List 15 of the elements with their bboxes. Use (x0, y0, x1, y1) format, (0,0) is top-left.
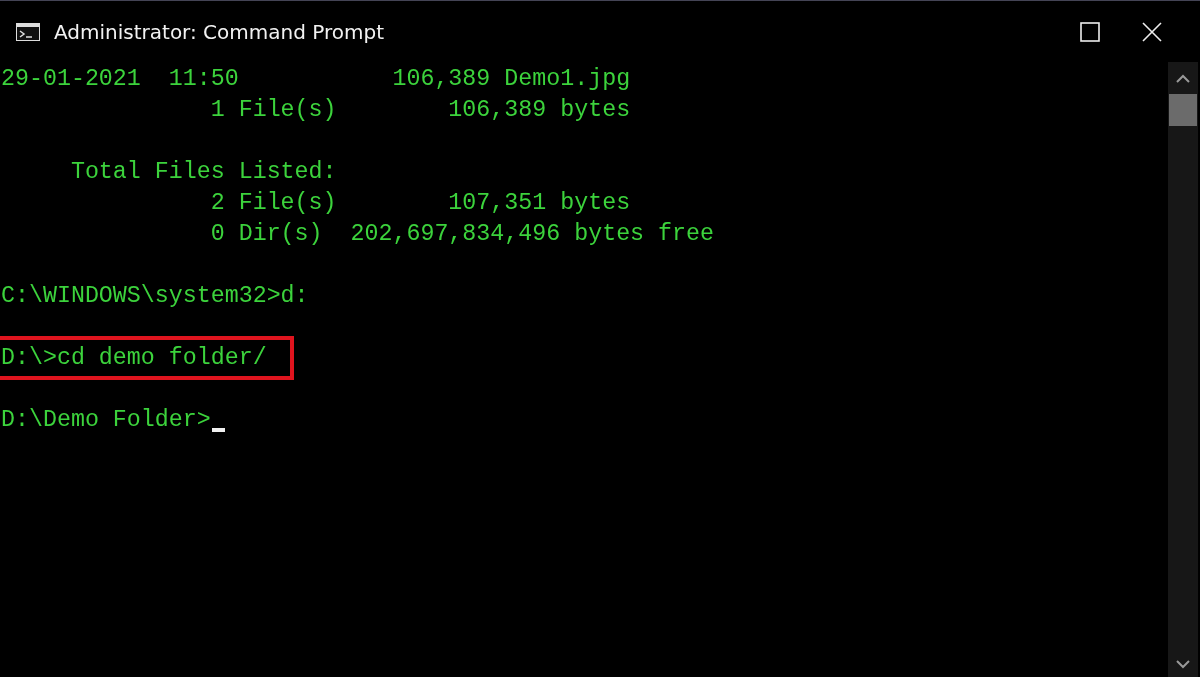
console-line: D:\Demo Folder> (0, 406, 212, 434)
console-line: 0 Dir(s) 202,697,834,496 bytes free (209, 220, 715, 248)
console-line: 29-01-2021 11:50 106,389 Demo1.jpg (0, 65, 632, 93)
console-line: 1 File(s) 106,389 bytes (209, 96, 632, 124)
console-line: C:\WINDOWS\system32>d: (0, 282, 310, 310)
scroll-up-icon[interactable] (1176, 74, 1190, 84)
scroll-thumb[interactable] (1169, 94, 1197, 126)
command-prompt-icon (16, 22, 40, 41)
window-title: Administrator: Command Prompt (54, 19, 384, 44)
console-line: 2 File(s) 107,351 bytes (209, 189, 632, 217)
console-line: Total Files Listed: (69, 158, 338, 186)
console-line: D:\>cd demo folder/ (0, 344, 268, 372)
scroll-down-icon[interactable] (1176, 659, 1190, 669)
close-button[interactable] (1142, 21, 1162, 42)
maximize-button[interactable] (1080, 21, 1100, 42)
